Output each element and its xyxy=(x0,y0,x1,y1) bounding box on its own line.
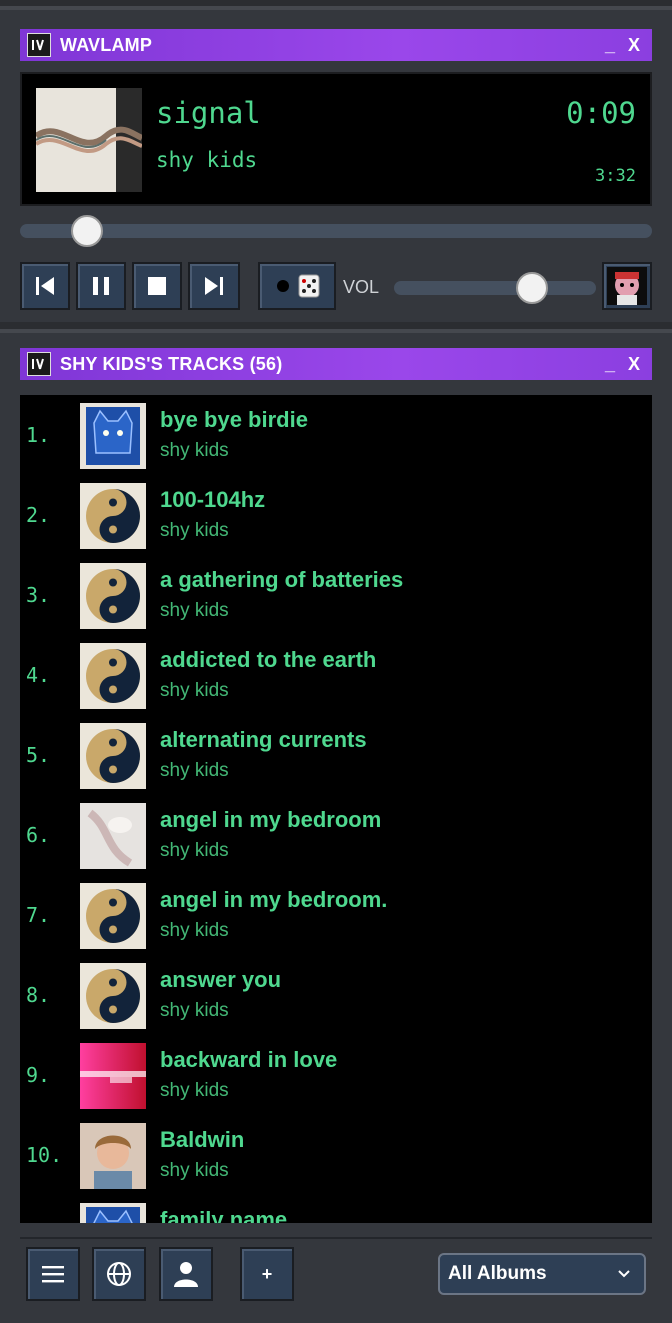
track-number: 5. xyxy=(26,743,51,767)
track-number: 6. xyxy=(26,823,51,847)
track-thumbnail xyxy=(80,963,146,1029)
track-artist: shy kids xyxy=(160,440,229,461)
shuffle-dice-icon xyxy=(277,274,320,298)
window-controls[interactable]: _ X xyxy=(605,35,644,56)
track-title: angel in my bedroom. xyxy=(160,887,388,912)
user-button[interactable] xyxy=(159,1247,213,1301)
footer-divider xyxy=(20,1237,652,1239)
track-title: 100-104hz xyxy=(160,487,266,512)
mascot-icon xyxy=(607,267,647,305)
track-artist: shy kids xyxy=(160,1000,229,1021)
player-titlebar[interactable]: WAVLAMP _ X xyxy=(20,29,652,61)
track-thumbnail xyxy=(80,643,146,709)
track-title: bye bye birdie xyxy=(160,407,308,432)
seek-bar[interactable] xyxy=(20,215,652,247)
volume-slider[interactable] xyxy=(394,272,596,304)
track-number: 9. xyxy=(26,1063,51,1087)
track-artist: shy kids xyxy=(160,840,229,861)
track-row[interactable]: 9. backward in love shy kids xyxy=(20,1035,652,1115)
track-title: answer you xyxy=(160,967,282,992)
track-title: a gathering of batteries xyxy=(160,567,404,592)
track-thumbnail xyxy=(80,883,146,949)
track-number: 10. xyxy=(26,1143,63,1167)
globe-button[interactable] xyxy=(92,1247,146,1301)
menu-icon xyxy=(42,1266,64,1283)
track-row[interactable]: 5. alternating currents shy kids xyxy=(20,715,652,795)
chevron-down-icon xyxy=(618,1270,630,1278)
skip-forward-icon xyxy=(205,277,223,295)
track-number: 3. xyxy=(26,583,51,607)
album-art xyxy=(36,88,142,192)
user-icon xyxy=(174,1262,198,1287)
track-title: Baldwin xyxy=(160,1127,245,1152)
track-number: 7. xyxy=(26,903,51,927)
playlist-titlebar[interactable]: SHY KIDS'S TRACKS (56) _ X xyxy=(20,348,652,380)
playlist-title: SHY KIDS'S TRACKS (56) xyxy=(60,353,283,374)
track-title: angel in my bedroom xyxy=(160,807,382,832)
globe-icon xyxy=(107,1262,131,1286)
track-title: family name xyxy=(160,1207,288,1223)
track-row[interactable]: 7. angel in my bedroom. shy kids xyxy=(20,875,652,955)
seek-handle[interactable] xyxy=(71,215,103,247)
now-playing-display: signal shy kids 0:09 3:32 xyxy=(20,72,652,206)
track-thumbnail xyxy=(80,723,146,789)
track-row[interactable]: 4. addicted to the earth shy kids xyxy=(20,635,652,715)
track-title: alternating currents xyxy=(160,727,367,752)
wavlamp-logo-icon xyxy=(27,352,51,376)
skip-back-icon xyxy=(36,277,54,295)
song-title: signal xyxy=(156,96,261,130)
track-artist: shy kids xyxy=(160,1160,229,1181)
previous-button[interactable] xyxy=(20,262,70,310)
visualizer-button[interactable] xyxy=(602,262,652,310)
track-number: 2. xyxy=(26,503,51,527)
track-thumbnail xyxy=(80,803,146,869)
track-row[interactable]: 10. Baldwin shy kids xyxy=(20,1115,652,1195)
track-thumbnail xyxy=(80,1043,146,1109)
pause-button[interactable] xyxy=(76,262,126,310)
track-row[interactable]: 6. angel in my bedroom shy kids xyxy=(20,795,652,875)
stop-icon xyxy=(148,277,166,295)
track-row[interactable]: 8. answer you shy kids xyxy=(20,955,652,1035)
player-window: WAVLAMP _ X signal shy kids 0:09 3:32 VO… xyxy=(0,6,672,322)
track-duration: 3:32 xyxy=(595,166,636,186)
track-row[interactable]: 3. a gathering of batteries shy kids xyxy=(20,555,652,635)
window-controls[interactable]: _ X xyxy=(605,354,644,375)
track-row[interactable]: 1. bye bye birdie shy kids xyxy=(20,395,652,475)
wavlamp-logo-icon xyxy=(27,33,51,57)
track-title: addicted to the earth xyxy=(160,647,377,672)
volume-label: VOL xyxy=(343,277,380,297)
stop-button[interactable] xyxy=(132,262,182,310)
track-row[interactable]: 2. 100-104hz shy kids xyxy=(20,475,652,555)
track-number: 8. xyxy=(26,983,51,1007)
track-artist: shy kids xyxy=(160,1080,229,1101)
track-thumbnail xyxy=(80,403,146,469)
track-number: 4. xyxy=(26,663,51,687)
menu-button[interactable] xyxy=(26,1247,80,1301)
album-select[interactable]: All Albums xyxy=(438,1253,646,1295)
album-select-value: All Albums xyxy=(448,1263,547,1284)
add-button[interactable]: + xyxy=(240,1247,294,1301)
player-title: WAVLAMP xyxy=(60,34,153,55)
track-thumbnail xyxy=(80,1203,146,1223)
volume-handle[interactable] xyxy=(516,272,549,304)
track-row[interactable]: family name xyxy=(20,1195,652,1223)
track-list[interactable]: 1. bye bye birdie shy kids 2. 100-104hz shy k… xyxy=(20,395,652,1223)
track-thumbnail xyxy=(80,483,146,549)
track-artist: shy kids xyxy=(160,920,229,941)
track-thumbnail xyxy=(80,563,146,629)
track-artist: shy kids xyxy=(160,600,229,621)
shuffle-button[interactable] xyxy=(258,262,336,310)
song-artist: shy kids xyxy=(156,148,258,172)
track-number: 1. xyxy=(26,423,51,447)
track-artist: shy kids xyxy=(160,760,229,781)
next-button[interactable] xyxy=(188,262,240,310)
playlist-window: SHY KIDS'S TRACKS (56) _ X 1. bye bye bir… xyxy=(0,329,672,1323)
pause-icon xyxy=(93,277,109,295)
track-artist: shy kids xyxy=(160,520,229,541)
track-thumbnail xyxy=(80,1123,146,1189)
elapsed-time: 0:09 xyxy=(566,96,636,130)
track-title: backward in love xyxy=(160,1047,338,1072)
track-artist: shy kids xyxy=(160,680,229,701)
